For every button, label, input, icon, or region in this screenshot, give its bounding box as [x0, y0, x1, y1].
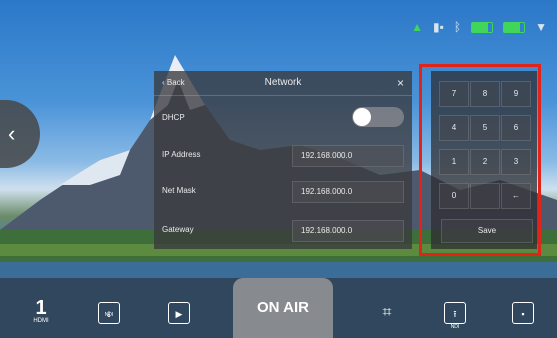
net-mask-field[interactable]: 192.168.000.0	[292, 181, 404, 203]
keypad-highlight-box	[419, 64, 541, 256]
gateway-label: Gateway	[162, 225, 194, 234]
battery-icon	[471, 21, 494, 33]
android-icon: ▲	[411, 20, 424, 34]
card-icon: ▮▪	[433, 20, 444, 34]
net-mask-label: Net Mask	[162, 186, 196, 195]
battery-icon	[503, 21, 526, 33]
play-icon: ▶	[175, 309, 183, 319]
bluetooth-icon: ᛒ	[453, 20, 462, 34]
ip-address-label: IP Address	[162, 150, 201, 159]
ip-address-field[interactable]: 192.168.000.0	[292, 145, 404, 167]
ndi-output-button[interactable]: ⭱ NDI	[444, 302, 466, 330]
play-button[interactable]: ▶	[168, 302, 190, 324]
toggle-knob	[353, 108, 371, 126]
cast-button[interactable]: ⌗	[376, 302, 398, 324]
cast-icon: ⌗	[382, 304, 392, 321]
record-icon: ▪	[521, 309, 525, 319]
gateway-field[interactable]: 192.168.000.0	[292, 220, 404, 242]
ndi-out-label: NDI	[450, 324, 460, 330]
panel-header: ‹ Back Network ×	[154, 71, 412, 96]
wifi-icon: ▼	[535, 20, 547, 34]
dhcp-toggle[interactable]	[352, 107, 404, 127]
ip-address-row: IP Address 192.168.000.0	[162, 142, 404, 168]
panel-title: Network	[264, 77, 302, 88]
network-panel: ‹ Back Network × DHCP IP Address 192.168…	[154, 71, 412, 249]
status-bar: ▲ ▮▪ ᛒ ▼	[411, 20, 547, 34]
net-mask-row: Net Mask 192.168.000.0	[162, 178, 404, 204]
record-button[interactable]: ▪	[512, 302, 534, 324]
chevron-left-icon: ‹	[8, 121, 16, 146]
dhcp-label: DHCP	[162, 113, 185, 122]
dhcp-row: DHCP	[162, 105, 404, 131]
close-icon[interactable]: ×	[397, 76, 404, 90]
hdmi-source-button[interactable]: 1 HDMI	[26, 298, 56, 324]
hdmi-label: HDMI	[33, 318, 49, 324]
ndi-input-button[interactable]: ⭳ NDI	[98, 302, 120, 324]
on-air-button[interactable]: ON AIR	[233, 278, 333, 338]
hdmi-number: 1	[35, 297, 47, 319]
ndi-in-label: NDI	[104, 312, 114, 318]
gateway-row: Gateway 192.168.000.0	[162, 217, 404, 243]
screen: ▲ ▮▪ ᛒ ▼ ‹ ‹ Back Network × DHCP IP Addr…	[0, 0, 557, 338]
